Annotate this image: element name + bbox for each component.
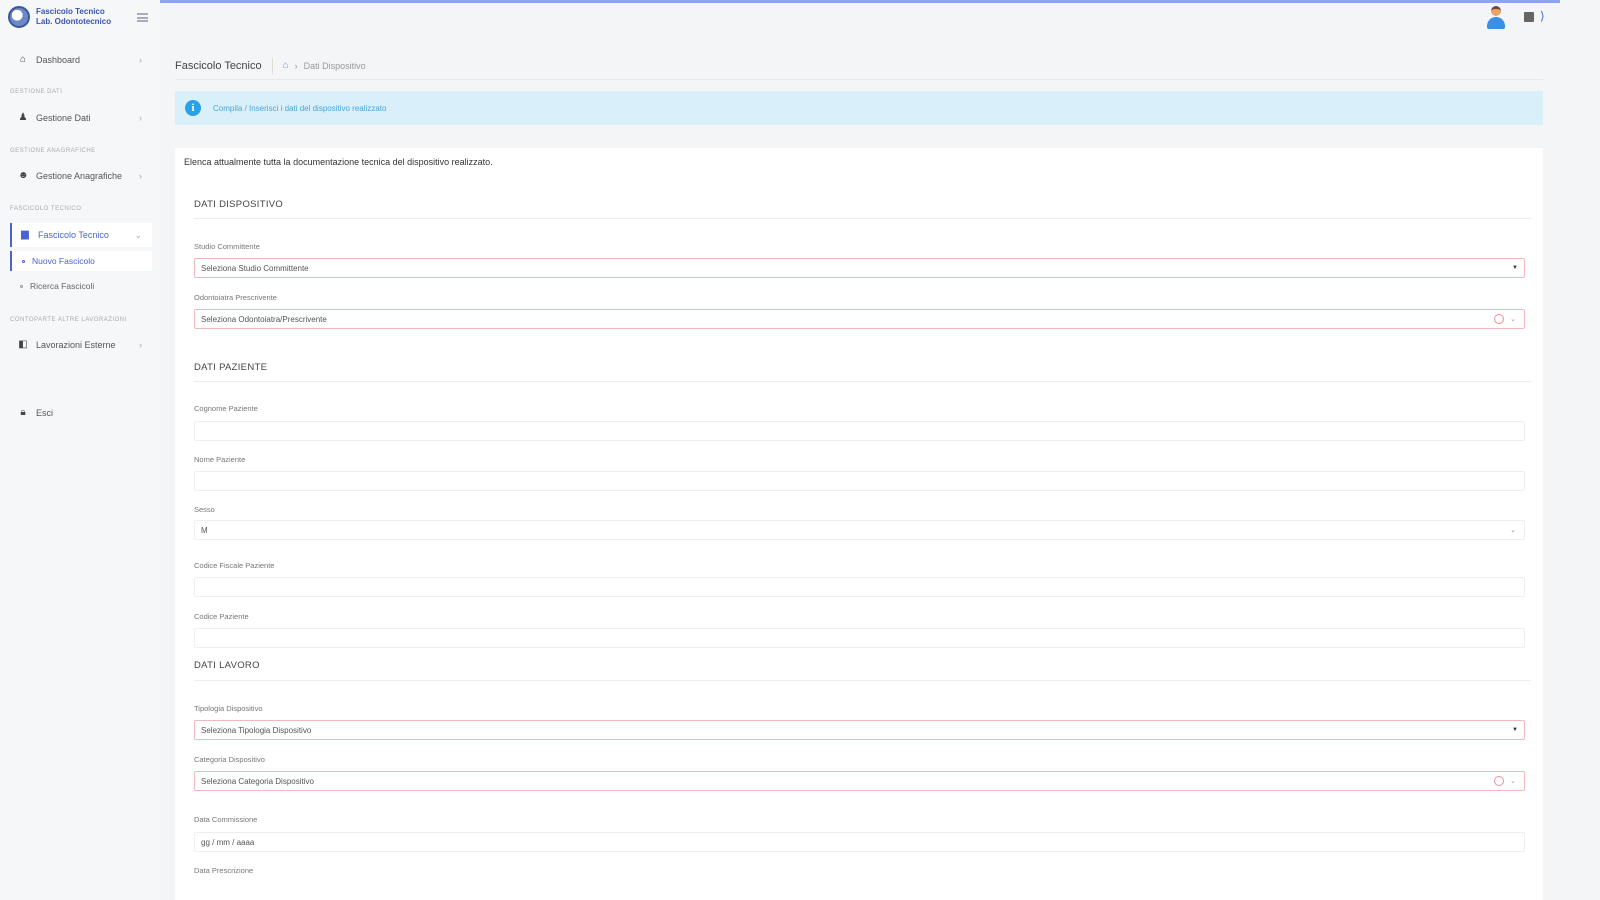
sidebar-subitem-label: Ricerca Fascicoli: [30, 281, 95, 291]
chevron-down-icon: ⌄: [1510, 778, 1516, 785]
section-title-dispositivo: DATI DISPOSITIVO: [194, 199, 284, 210]
caret-down-icon: ▼: [1512, 265, 1518, 271]
sidebar-item-dashboard[interactable]: ⌂ Dashboard ›: [10, 48, 152, 72]
top-progress-line: [0, 0, 1560, 3]
section-divider: [194, 218, 1531, 219]
tipologia-dispositivo-select[interactable]: Seleziona Tipologia Dispositivo ▼: [194, 720, 1525, 740]
sidebar-item-label: Gestione Dati: [36, 113, 91, 123]
data-prescrizione-label: Data Prescrizione: [194, 866, 254, 875]
folder-icon: ▆: [21, 229, 29, 240]
odontoiatra-select[interactable]: Seleziona Odontoiatra/Prescrivente ⌄: [194, 309, 1525, 329]
odontoiatra-label: Odontoiatra Prescrivente: [194, 293, 277, 302]
breadcrumb-current: Dati Dispositivo: [303, 60, 366, 71]
categoria-dispositivo-value: Seleziona Categoria Dispositivo: [201, 776, 314, 786]
chevron-down-icon: ⌄: [1510, 527, 1516, 534]
nome-paziente-label: Nome Paziente: [194, 455, 246, 464]
tipologia-dispositivo-label: Tipologia Dispositivo: [194, 704, 263, 713]
sidebar-item-fascicolo-tecnico[interactable]: ▆ Fascicolo Tecnico ⌄: [10, 223, 152, 247]
breadcrumb-home-icon[interactable]: ⌂: [283, 60, 289, 71]
chevron-right-icon: ›: [139, 113, 142, 123]
brand-line-1: Fascicolo Tecnico: [36, 7, 105, 16]
sidebar-subitem-ricerca-fascicoli[interactable]: Ricerca Fascicoli: [10, 276, 152, 296]
tipologia-dispositivo-value: Seleziona Tipologia Dispositivo: [201, 725, 312, 735]
codice-paziente-input[interactable]: [194, 628, 1525, 648]
brand[interactable]: Fascicolo Tecnico Lab. Odontotecnico: [8, 6, 111, 28]
cognome-paziente-input[interactable]: [194, 421, 1525, 441]
sidebar-item-lavorazioni-esterne[interactable]: ◧ Lavorazioni Esterne ›: [10, 333, 152, 357]
sidebar-section-fascicoli: FASCICOLO TECNICO: [10, 206, 82, 212]
alert-text: Compila / Inserisci i dati del dispositi…: [213, 103, 387, 113]
error-icon: [1494, 314, 1504, 324]
studio-committente-select[interactable]: Seleziona Studio Committente ▼: [194, 258, 1525, 278]
sidebar-item-label: Gestione Anagrafiche: [36, 171, 123, 181]
codice-fiscale-input[interactable]: [194, 577, 1525, 597]
avatar-head: [1491, 6, 1501, 16]
chevron-right-icon: ›: [139, 171, 142, 181]
sidebar-section-dati: GESTIONE DATI: [10, 89, 63, 95]
data-commissione-label: Data Commissione: [194, 815, 258, 824]
bullet-icon: [22, 259, 25, 263]
sidebar: Fascicolo Tecnico Lab. Odontotecnico ⌂ D…: [0, 0, 160, 900]
page-title: Fascicolo Tecnico: [175, 59, 262, 72]
categoria-dispositivo-label: Categoria Dispositivo: [194, 755, 265, 764]
menu-toggle-icon[interactable]: [137, 13, 148, 22]
logout-icon[interactable]: ⟩: [1540, 9, 1545, 23]
codice-fiscale-label: Codice Fiscale Paziente: [194, 561, 275, 570]
sidebar-item-esci[interactable]: 🔒︎ Esci: [10, 401, 152, 425]
users-icon: ☻: [18, 170, 29, 181]
sidebar-item-label: Lavorazioni Esterne: [36, 340, 116, 350]
chevron-right-icon: ›: [139, 340, 142, 350]
sidebar-item-label: Dashboard: [36, 55, 81, 65]
section-divider: [194, 680, 1531, 681]
brand-logo: [8, 6, 30, 28]
section-title-paziente: DATI PAZIENTE: [194, 362, 268, 373]
data-commissione-value: gg / mm / aaaa: [201, 837, 255, 847]
brand-line-2: Lab. Odontotecnico: [36, 17, 112, 26]
brand-name: Fascicolo Tecnico Lab. Odontotecnico: [36, 7, 111, 27]
book-icon: ◧: [18, 339, 28, 350]
cognome-paziente-label: Cognome Paziente: [194, 404, 258, 413]
studio-committente-value: Seleziona Studio Committente: [201, 263, 309, 273]
avatar-body: [1487, 17, 1505, 29]
sidebar-subitem-label: Nuovo Fascicolo: [32, 256, 95, 266]
sidebar-item-gestione-dati[interactable]: ♟ Gestione Dati ›: [10, 106, 152, 130]
form-intro: Elenca attualmente tutta la documentazio…: [184, 157, 493, 167]
header-divider: [271, 57, 273, 74]
breadcrumb-separator-icon: ›: [294, 60, 298, 71]
error-icon: [1494, 776, 1504, 786]
apps-icon[interactable]: [1524, 12, 1534, 22]
chevron-right-icon: ›: [139, 55, 142, 65]
info-alert: i Compila / Inserisci i dati del disposi…: [175, 91, 1543, 125]
sesso-value: M: [201, 525, 208, 535]
section-title-lavoro: DATI LAVORO: [194, 660, 260, 671]
info-icon: i: [185, 100, 201, 116]
lock-icon: 🔒︎: [20, 407, 26, 418]
categoria-dispositivo-select[interactable]: Seleziona Categoria Dispositivo ⌄: [194, 771, 1525, 791]
codice-paziente-label: Codice Paziente: [194, 612, 249, 621]
odontoiatra-value: Seleziona Odontoiatra/Prescrivente: [201, 314, 327, 324]
sidebar-subitem-nuovo-fascicolo[interactable]: Nuovo Fascicolo: [10, 251, 152, 271]
sidebar-section-lavorazioni: CONTOPARTE ALTRE LAVORAZIONI: [10, 317, 127, 323]
sidebar-section-anagrafiche: GESTIONE ANAGRAFICHE: [10, 148, 96, 154]
nome-paziente-input[interactable]: [194, 471, 1525, 491]
user-avatar[interactable]: [1487, 6, 1505, 30]
section-divider: [194, 381, 1531, 382]
chevron-down-icon: ⌄: [1510, 316, 1516, 323]
page-header: Fascicolo Tecnico ⌂ › Dati Dispositivo: [175, 52, 1543, 80]
sesso-label: Sesso: [194, 505, 215, 514]
sesso-select[interactable]: M ⌄: [194, 520, 1525, 540]
bullet-icon: [20, 284, 23, 288]
sidebar-item-gestione-anagrafiche[interactable]: ☻ Gestione Anagrafiche ›: [10, 164, 152, 188]
studio-committente-label: Studio Committente: [194, 242, 260, 251]
data-commissione-input[interactable]: gg / mm / aaaa: [194, 832, 1525, 852]
form-card: Elenca attualmente tutta la documentazio…: [175, 148, 1543, 900]
chevron-down-icon: ⌄: [134, 229, 142, 240]
home-icon: ⌂: [19, 54, 27, 65]
user-icon: ♟: [18, 112, 28, 123]
sidebar-item-label: Esci: [36, 408, 54, 418]
caret-down-icon: ▼: [1512, 727, 1518, 733]
sidebar-item-label: Fascicolo Tecnico: [38, 230, 109, 240]
